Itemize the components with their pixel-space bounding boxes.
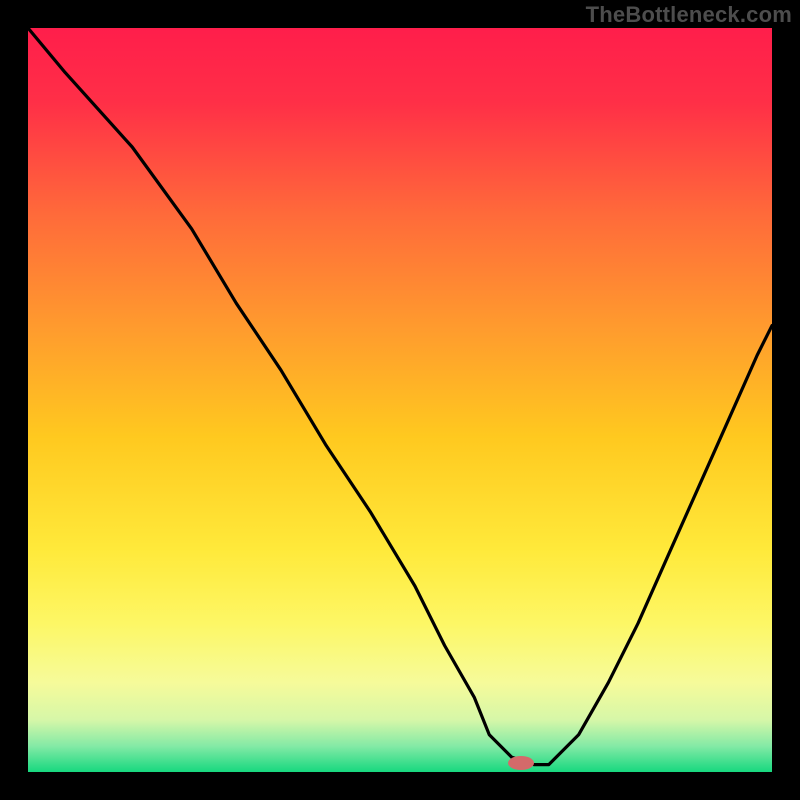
optimal-marker (508, 756, 534, 770)
plot-svg (28, 28, 772, 772)
chart-stage: TheBottleneck.com (0, 0, 800, 800)
plot-area (28, 28, 772, 772)
heat-gradient (28, 28, 772, 772)
watermark-text: TheBottleneck.com (586, 2, 792, 28)
